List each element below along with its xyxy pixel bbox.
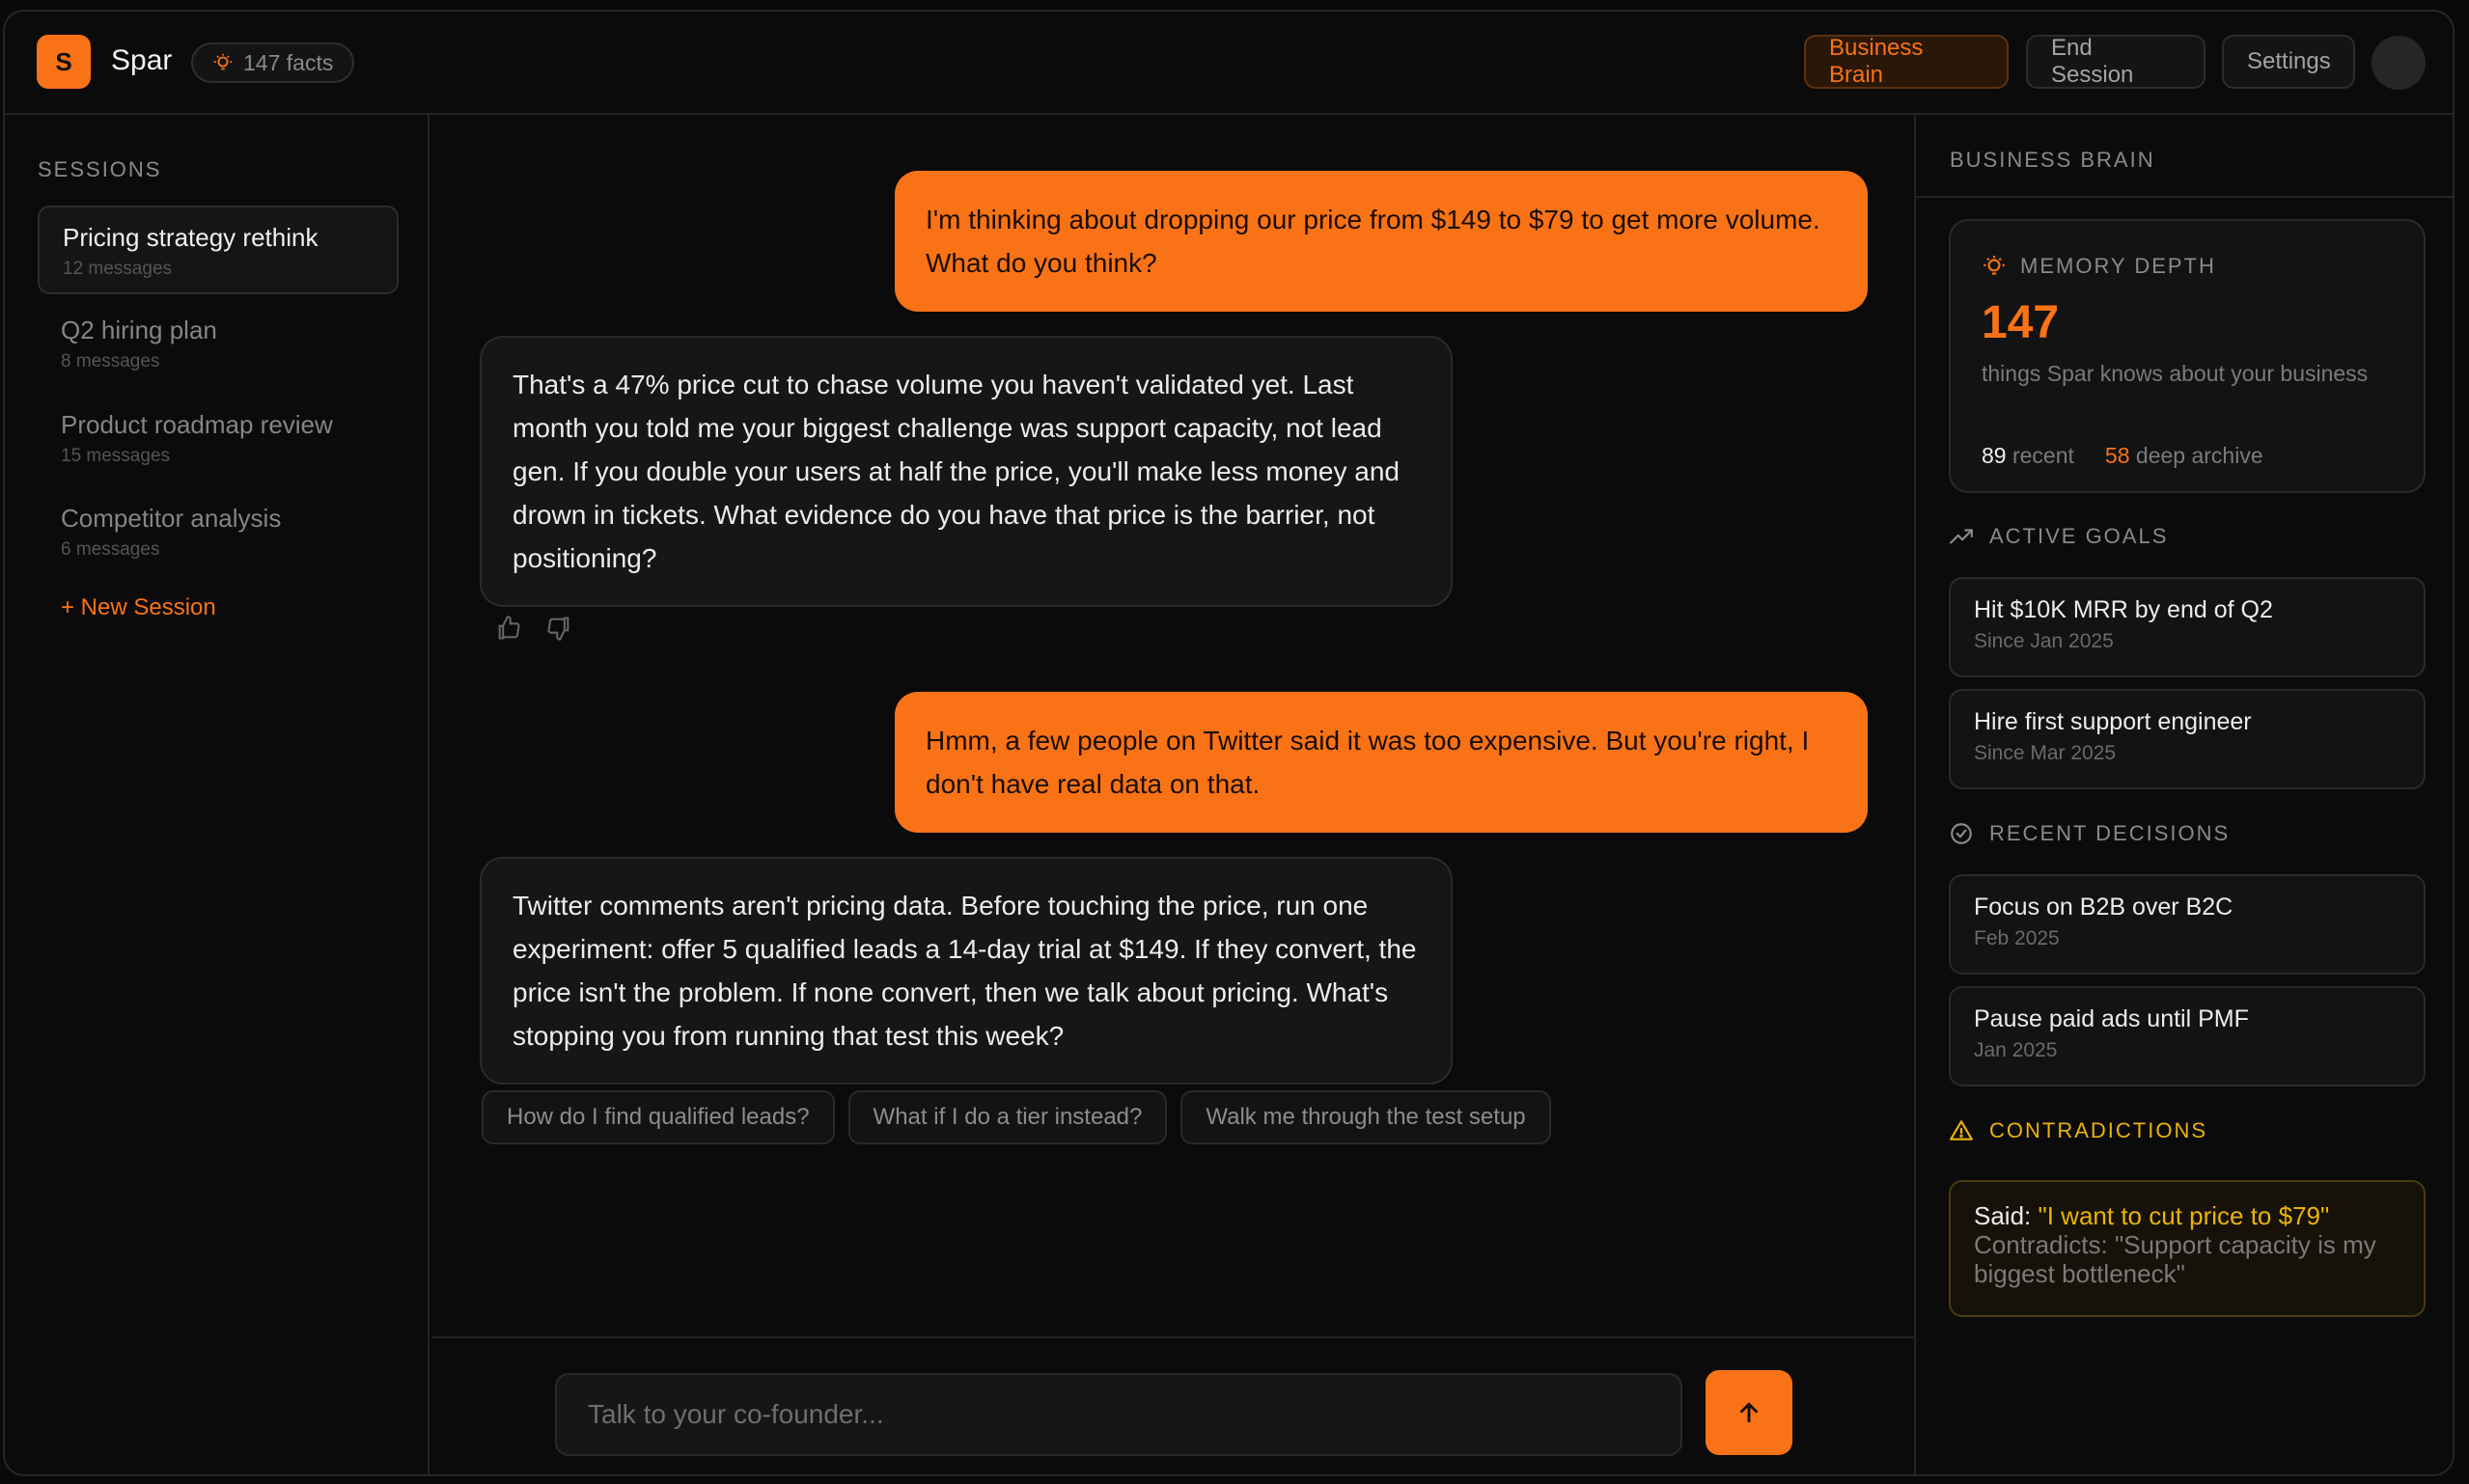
decision-meta: Feb 2025 xyxy=(1974,927,2060,949)
app-logo: S xyxy=(37,35,91,89)
session-title: Pricing strategy rethink xyxy=(63,223,319,252)
warning-icon xyxy=(1950,1120,1973,1140)
assistant-message: Twitter comments aren't pricing data. Be… xyxy=(480,857,1453,1085)
goal-title: Hit $10K MRR by end of Q2 xyxy=(1974,596,2273,623)
chat-area: I'm thinking about dropping our price fr… xyxy=(431,115,1914,1336)
user-message: I'm thinking about dropping our price fr… xyxy=(895,171,1868,312)
contradiction-said: Said: "I want to cut price to $79" xyxy=(1974,1201,2330,1230)
memory-depth-label: MEMORY DEPTH xyxy=(2020,254,2216,278)
goal-meta: Since Jan 2025 xyxy=(1974,630,2114,652)
lightbulb-icon xyxy=(1984,256,2005,275)
app-window: S Spar 147 facts Business Brain End Sess… xyxy=(3,10,2455,1476)
suggestion-chip[interactable]: Walk me through the test setup xyxy=(1180,1090,1551,1144)
decision-title: Pause paid ads until PMF xyxy=(1974,1005,2249,1032)
lightbulb-icon xyxy=(213,53,233,70)
thumbs-up-icon[interactable] xyxy=(495,615,522,642)
session-title: Q2 hiring plan xyxy=(61,316,217,344)
active-goals-heading: ACTIVE GOALS xyxy=(1949,524,2168,549)
decision-meta: Jan 2025 xyxy=(1974,1039,2058,1061)
session-item-roadmap[interactable]: Product roadmap review 15 messages xyxy=(38,395,399,483)
goal-meta: Since Mar 2025 xyxy=(1974,742,2117,764)
contradiction-card[interactable]: Said: "I want to cut price to $79" Contr… xyxy=(1949,1180,2426,1317)
session-item-competitor[interactable]: Competitor analysis 6 messages xyxy=(38,488,399,577)
recent-stat: 89 recent xyxy=(1982,443,2074,468)
recent-decisions-heading: RECENT DECISIONS xyxy=(1949,821,2230,846)
thumbs-down-icon[interactable] xyxy=(545,615,572,642)
memory-description: things Spar knows about your business xyxy=(1982,361,2369,386)
session-title: Competitor analysis xyxy=(61,504,282,533)
contradiction-detail: Contradicts: "Support capacity is my big… xyxy=(1974,1230,2376,1288)
memory-depth-card: MEMORY DEPTH 147 things Spar knows about… xyxy=(1949,219,2426,493)
memory-count: 147 xyxy=(1982,297,2060,348)
session-title: Product roadmap review xyxy=(61,410,333,439)
message-input[interactable]: Talk to your co-founder... xyxy=(555,1373,1682,1456)
session-meta: 12 messages xyxy=(63,259,173,279)
session-meta: 15 messages xyxy=(61,446,171,466)
session-item-pricing[interactable]: Pricing strategy rethink 12 messages xyxy=(38,206,399,294)
goal-title: Hire first support engineer xyxy=(1974,708,2252,735)
new-session-button[interactable]: + New Session xyxy=(61,594,216,621)
app-name: Spar xyxy=(111,44,173,76)
check-circle-icon xyxy=(1951,823,1972,844)
suggestion-chips: How do I find qualified leads? What if I… xyxy=(482,1090,1551,1144)
suggestion-chip[interactable]: What if I do a tier instead? xyxy=(847,1090,1168,1144)
decision-title: Focus on B2B over B2C xyxy=(1974,893,2233,921)
composer: Talk to your co-founder... xyxy=(431,1336,1914,1474)
archive-stat: 58 deep archive xyxy=(2104,443,2263,468)
session-meta: 6 messages xyxy=(61,539,160,560)
sessions-sidebar: SESSIONS Pricing strategy rethink 12 mes… xyxy=(5,115,430,1474)
trending-up-icon xyxy=(1950,529,1973,544)
decision-card[interactable]: Focus on B2B over B2C Feb 2025 xyxy=(1949,874,2426,975)
contradictions-heading: CONTRADICTIONS xyxy=(1949,1118,2207,1143)
divider xyxy=(1916,196,2453,198)
arrow-up-icon xyxy=(1740,1402,1758,1423)
business-brain-button[interactable]: Business Brain xyxy=(1804,35,2009,89)
send-button[interactable] xyxy=(1706,1370,1792,1455)
message-feedback xyxy=(495,615,572,642)
avatar[interactable] xyxy=(2372,36,2426,90)
session-meta: 8 messages xyxy=(61,351,160,371)
goal-card[interactable]: Hit $10K MRR by end of Q2 Since Jan 2025 xyxy=(1949,577,2426,677)
facts-count: 147 facts xyxy=(243,49,334,75)
memory-stats: 89 recent 58 deep archive xyxy=(1982,443,2263,469)
business-brain-panel: BUSINESS BRAIN MEMORY DEPTH 147 things S… xyxy=(1914,115,2453,1474)
end-session-button[interactable]: End Session xyxy=(2026,35,2205,89)
assistant-message: That's a 47% price cut to chase volume y… xyxy=(480,336,1453,607)
user-message: Hmm, a few people on Twitter said it was… xyxy=(895,692,1868,833)
session-item-hiring[interactable]: Q2 hiring plan 8 messages xyxy=(38,300,399,389)
memory-depth-heading: MEMORY DEPTH xyxy=(1982,254,2216,279)
settings-button[interactable]: Settings xyxy=(2222,35,2355,89)
decision-card[interactable]: Pause paid ads until PMF Jan 2025 xyxy=(1949,986,2426,1086)
goal-card[interactable]: Hire first support engineer Since Mar 20… xyxy=(1949,689,2426,789)
sessions-heading: SESSIONS xyxy=(38,157,162,181)
panel-title: BUSINESS BRAIN xyxy=(1950,148,2155,172)
suggestion-chip[interactable]: How do I find qualified leads? xyxy=(482,1090,835,1144)
top-bar: S Spar 147 facts Business Brain End Sess… xyxy=(5,12,2453,115)
facts-badge: 147 facts xyxy=(191,42,355,83)
